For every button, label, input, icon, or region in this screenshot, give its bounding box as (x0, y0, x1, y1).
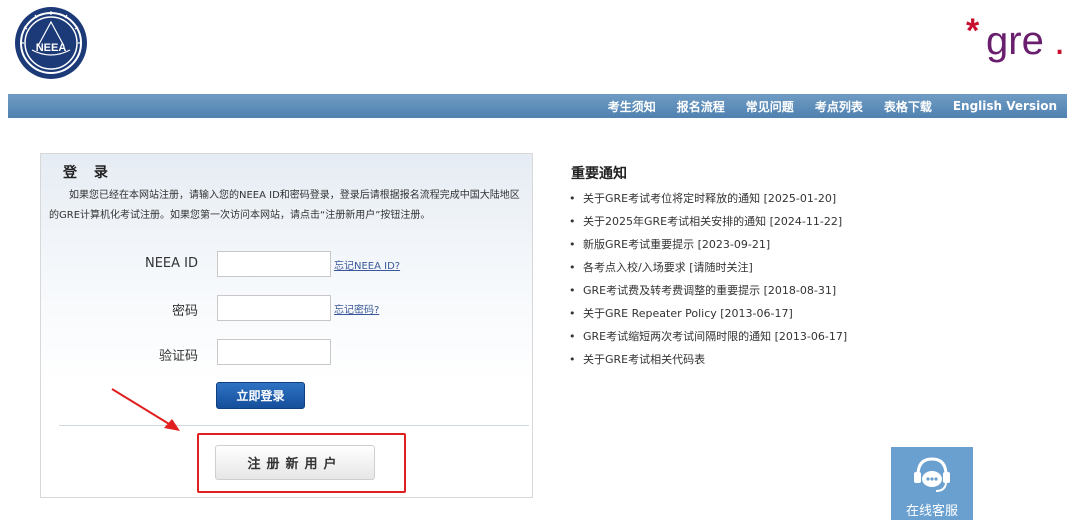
notice-item[interactable]: • 各考点入校/入场要求 [请随时关注] (569, 259, 847, 282)
password-label: 密码 (171, 304, 198, 319)
forgot-password-link[interactable]: 忘记密码? (334, 301, 379, 316)
neea-logo-icon[interactable]: NEEA (14, 6, 88, 80)
notice-item[interactable]: • GRE考试缩短两次考试间隔时限的通知 [2013-06-17] (569, 328, 847, 351)
notices-title: 重要通知 (571, 166, 627, 182)
notice-item[interactable]: • 关于GRE Repeater Policy [2013-06-17] (569, 305, 847, 328)
nav-item-exam-notes[interactable]: 考生须知 (608, 98, 656, 115)
notice-list: • 关于GRE考试考位将定时释放的通知 [2025-01-20] • 关于2025年… (569, 190, 847, 374)
nav-item-english-version[interactable]: English Version (953, 99, 1057, 113)
nav-item-registration-process[interactable]: 报名流程 (677, 98, 725, 115)
notice-item[interactable]: • 关于GRE考试考位将定时释放的通知 [2025-01-20] (569, 190, 847, 213)
gre-logo[interactable]: * gre . (962, 8, 1072, 68)
login-title: 登 录 (63, 165, 114, 181)
nav-item-form-downloads[interactable]: 表格下载 (884, 98, 932, 115)
notice-item[interactable]: • 新版GRE考试重要提示 [2023-09-21] (569, 236, 847, 259)
captcha-input[interactable] (217, 339, 331, 365)
nav-menu: 考生须知 报名流程 常见问题 考点列表 表格下载 English Version (587, 94, 1057, 118)
red-arrow-icon (111, 388, 180, 431)
svg-text:NEEA: NEEA (36, 42, 67, 54)
nav-item-faq[interactable]: 常见问题 (746, 98, 794, 115)
captcha-label: 验证码 (158, 349, 198, 364)
neea-id-label: NEEA ID (144, 256, 198, 271)
svg-text:gre: gre (986, 19, 1044, 63)
online-service-label: 在线客服 (905, 504, 958, 519)
nav-item-test-centers[interactable]: 考点列表 (815, 98, 863, 115)
forgot-neea-id-link[interactable]: 忘记NEEA ID? (334, 257, 400, 272)
notice-item[interactable]: • 关于GRE考试相关代码表 (569, 351, 847, 374)
headset-chat-icon (914, 457, 950, 492)
highlight-box (197, 433, 406, 493)
notice-item[interactable]: • 关于2025年GRE考试相关安排的通知 [2024-11-22] (569, 213, 847, 236)
password-input[interactable] (217, 295, 331, 321)
notice-item[interactable]: • GRE考试费及转考费调整的重要提示 [2018-08-31] (569, 282, 847, 305)
online-service-button[interactable]: 在线客服 (891, 447, 973, 520)
login-description: 如果您已经在本网站注册，请输入您的NEEA ID和密码登录，登录后请根据报名流程… (49, 190, 520, 221)
login-button[interactable]: 立即登录 (216, 382, 305, 409)
svg-text:.: . (1054, 19, 1065, 63)
main-navigation: 考生须知 报名流程 常见问题 考点列表 表格下载 English Version (8, 94, 1067, 118)
svg-text:*: * (966, 12, 980, 50)
neea-id-input[interactable] (217, 251, 331, 277)
